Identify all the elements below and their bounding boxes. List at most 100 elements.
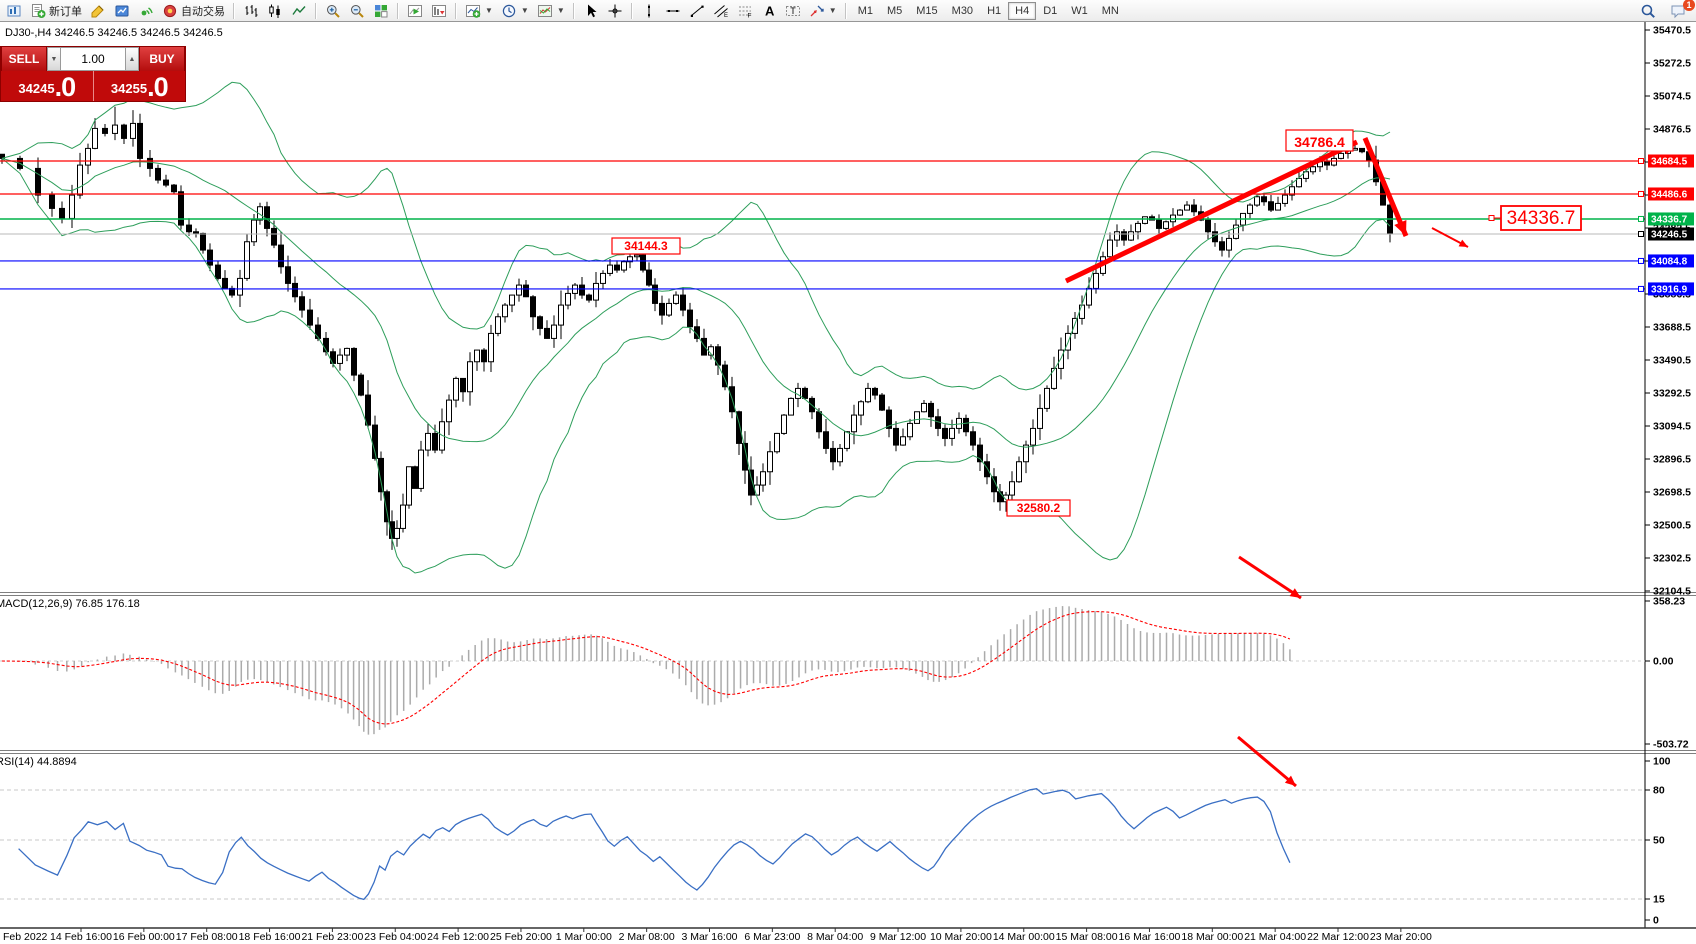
new-order-button[interactable]: 新订单: [26, 2, 86, 20]
templates-button[interactable]: ▼: [533, 2, 569, 20]
buy-price[interactable]: 34255.0: [94, 71, 186, 101]
chart-shift-icon: [431, 3, 447, 19]
caret-down-icon: ▼: [557, 6, 565, 15]
label-icon: T: [785, 3, 801, 19]
trendline-button[interactable]: [685, 2, 709, 20]
arrows-button[interactable]: ▼: [805, 2, 841, 20]
svg-text:34486.6: 34486.6: [1651, 189, 1688, 200]
timeframe-M1[interactable]: M1: [851, 2, 880, 20]
svg-text:34336.7: 34336.7: [1507, 208, 1576, 229]
chart-area[interactable]: DJ30-,H4 34246.5 34246.5 34246.5 34246.5…: [0, 22, 1696, 944]
macd-pane: 358.230.00-503.72: [0, 596, 1689, 751]
price-axis[interactable]: 35470.535272.535074.534876.534678.534480…: [1645, 25, 1691, 598]
clock-icon: [501, 3, 517, 19]
fibonacci-button[interactable]: F: [733, 2, 757, 20]
sell-button[interactable]: SELL: [1, 47, 47, 71]
volume-increase-button[interactable]: ▲: [125, 47, 139, 71]
periods-button[interactable]: ▼: [497, 2, 533, 20]
tile-windows-button[interactable]: [369, 2, 393, 20]
indicators-button[interactable]: ▼: [461, 2, 497, 20]
caret-down-icon: ▼: [829, 6, 837, 15]
auto-trading-button[interactable]: 自动交易: [158, 2, 229, 20]
buy-button[interactable]: BUY: [139, 47, 185, 71]
timeframe-M5[interactable]: M5: [880, 2, 909, 20]
sell-price[interactable]: 34245.0: [1, 71, 94, 101]
price-annotations[interactable]: 34144.334786.432580.234336.7: [612, 130, 1581, 516]
shapes-icon: [809, 3, 825, 19]
toolbar-group: ▼ ▼ ▼: [461, 0, 569, 22]
toolbar-group: [579, 0, 627, 22]
vertical-line-button[interactable]: [637, 2, 661, 20]
bar-chart-button[interactable]: [239, 2, 263, 20]
search-icon: [1640, 3, 1656, 19]
svg-text:3 Mar 16:00: 3 Mar 16:00: [681, 931, 737, 943]
svg-text:34336.7: 34336.7: [1651, 214, 1688, 225]
svg-text:32698.5: 32698.5: [1653, 487, 1691, 499]
svg-text:15: 15: [1653, 894, 1665, 906]
crosshair-button[interactable]: [603, 2, 627, 20]
zoom-out-button[interactable]: [345, 2, 369, 20]
svg-text:32302.5: 32302.5: [1653, 553, 1691, 565]
svg-text:35470.5: 35470.5: [1653, 25, 1691, 37]
volume-input[interactable]: 1.00: [61, 47, 125, 71]
candlestick-chart-button[interactable]: [263, 2, 287, 20]
volume-decrease-button[interactable]: ▼: [47, 47, 61, 71]
editor-icon: [90, 3, 106, 19]
vline-icon: [641, 3, 657, 19]
svg-text:358.23: 358.23: [1653, 596, 1685, 608]
caret-down-icon: ▼: [485, 6, 493, 15]
horizontal-line-button[interactable]: [661, 2, 685, 20]
chart-shift-button[interactable]: [427, 2, 451, 20]
chart-shortcut-button[interactable]: [2, 2, 26, 20]
timeframe-W1[interactable]: W1: [1064, 2, 1095, 20]
svg-text:0: 0: [1653, 915, 1659, 927]
buy-price-frac: .0: [147, 75, 168, 99]
toolbar-right-group: 1: [1636, 2, 1694, 20]
svg-text:23 Mar 20:00: 23 Mar 20:00: [1370, 931, 1432, 943]
timeframe-M30[interactable]: M30: [945, 2, 980, 20]
timeframe-MN[interactable]: MN: [1095, 2, 1126, 20]
buy-price-main: 34255: [111, 79, 147, 99]
timeframe-H1[interactable]: H1: [980, 2, 1008, 20]
metaeditor-button[interactable]: [86, 2, 110, 20]
toolbar-separator: [573, 3, 575, 19]
market-icon: [114, 3, 130, 19]
zoom-in-button[interactable]: [321, 2, 345, 20]
svg-text:80: 80: [1653, 785, 1665, 797]
svg-text:32580.2: 32580.2: [1017, 501, 1061, 515]
svg-text:33688.5: 33688.5: [1653, 322, 1691, 334]
svg-text:35272.5: 35272.5: [1653, 58, 1691, 70]
svg-text:23 Feb 04:00: 23 Feb 04:00: [364, 931, 426, 943]
market-watch-button[interactable]: [110, 2, 134, 20]
line-chart-button[interactable]: [287, 2, 311, 20]
svg-text:10 Mar 20:00: 10 Mar 20:00: [930, 931, 992, 943]
timeframe-D1[interactable]: D1: [1036, 2, 1064, 20]
toolbar-separator: [397, 3, 399, 19]
chart-play-icon: [407, 3, 423, 19]
notifications-button[interactable]: 1: [1666, 2, 1690, 20]
cursor-icon: [583, 3, 599, 19]
symbol-ohlc-header: DJ30-,H4 34246.5 34246.5 34246.5 34246.5: [5, 27, 223, 39]
time-axis[interactable]: Feb 202214 Feb 16:0016 Feb 00:0017 Feb 0…: [3, 928, 1432, 943]
cursor-button[interactable]: [579, 2, 603, 20]
trendline-icon: [689, 3, 705, 19]
sell-price-main: 34245: [18, 79, 54, 99]
signals-button[interactable]: [134, 2, 158, 20]
chart-canvas[interactable]: 35470.535272.535074.534876.534678.534480…: [0, 22, 1696, 944]
svg-text:34144.3: 34144.3: [624, 239, 668, 253]
svg-text:17 Feb 08:00: 17 Feb 08:00: [176, 931, 238, 943]
timeframe-H4[interactable]: H4: [1008, 2, 1036, 20]
search-button[interactable]: [1636, 2, 1660, 20]
crosshair-icon: [607, 3, 623, 19]
auto-scroll-button[interactable]: [403, 2, 427, 20]
equidistant-channel-button[interactable]: E: [709, 2, 733, 20]
rsi-pane: 1008050150: [0, 756, 1671, 927]
text-label-button[interactable]: T: [781, 2, 805, 20]
svg-text:50: 50: [1653, 835, 1665, 847]
svg-text:Feb 2022: Feb 2022: [3, 931, 48, 943]
svg-text:34876.5: 34876.5: [1653, 124, 1691, 136]
svg-text:34684.5: 34684.5: [1651, 157, 1688, 168]
text-button[interactable]: A: [757, 2, 781, 20]
timeframe-M15[interactable]: M15: [909, 2, 944, 20]
add-indicator-icon: [465, 3, 481, 19]
